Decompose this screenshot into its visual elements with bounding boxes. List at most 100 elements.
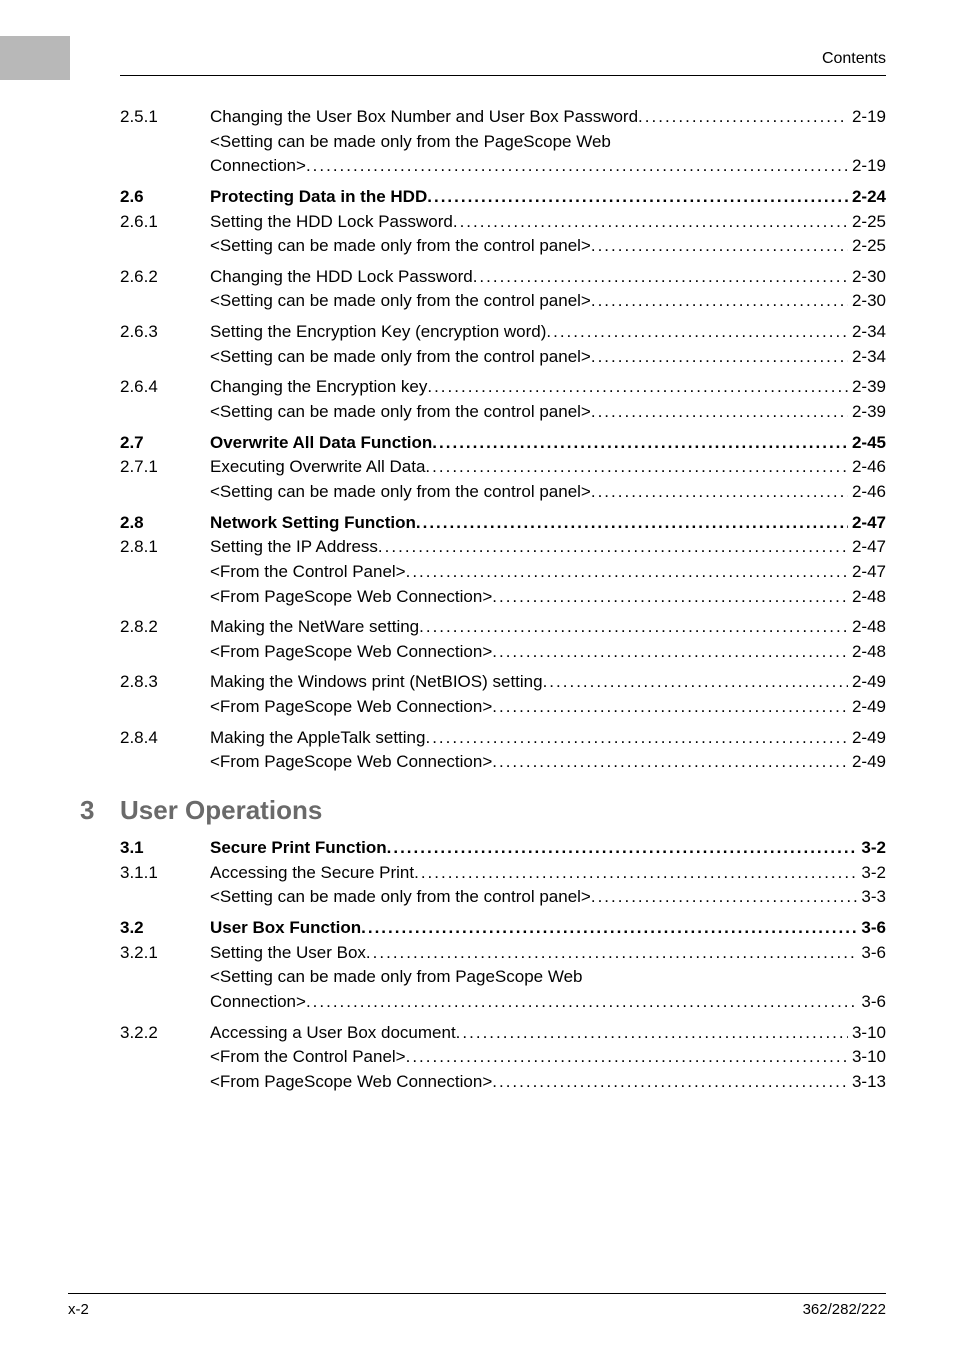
toc-entry-title: Secure Print Function (210, 836, 387, 861)
toc-entry[interactable]: 3.2.2Accessing a User Box document 3-10 (120, 1021, 886, 1046)
toc-entry-page: 2-47 (848, 535, 886, 560)
toc-entry[interactable]: 2.7Overwrite All Data Function 2-45 (120, 431, 886, 456)
toc-leader (492, 640, 848, 665)
toc-entry-page: 2-39 (848, 375, 886, 400)
toc-entry[interactable]: 2.6Protecting Data in the HDD 2-24 (120, 185, 886, 210)
toc-entry-title: Network Setting Function (210, 511, 416, 536)
toc-entry-number: 2.6.4 (120, 375, 210, 400)
toc-entry-number: 2.6.3 (120, 320, 210, 345)
toc-entry[interactable]: 2.7.1Executing Overwrite All Data 2-46 (120, 455, 886, 480)
toc-subentry-title: <Setting can be made only from the contr… (210, 400, 591, 425)
toc-subentry-page: 3-3 (857, 885, 886, 910)
toc-subentry-page: 2-30 (848, 289, 886, 314)
toc-leader (638, 105, 848, 130)
toc-subentry-page: 2-39 (848, 400, 886, 425)
toc-entry-number: 2.7 (120, 431, 210, 456)
toc-subentry[interactable]: <Setting can be made only from the contr… (210, 885, 886, 910)
toc-subentry[interactable]: Connection> 2-19 (210, 154, 886, 179)
toc-entry[interactable]: 2.6.4Changing the Encryption key 2-39 (120, 375, 886, 400)
toc-entry-body: Protecting Data in the HDD 2-24 (210, 185, 886, 210)
toc-entry[interactable]: 2.8.3Making the Windows print (NetBIOS) … (120, 670, 886, 695)
toc-entry-body: Changing the User Box Number and User Bo… (210, 105, 886, 130)
toc-subentry-page: 2-48 (848, 640, 886, 665)
toc-entry[interactable]: 2.8.1Setting the IP Address 2-47 (120, 535, 886, 560)
toc-leader (591, 480, 848, 505)
page-tab (0, 36, 70, 80)
toc-subentry-title: Connection> (210, 990, 306, 1015)
toc-subentry[interactable]: <From PageScope Web Connection> 2-49 (210, 695, 886, 720)
toc-entry[interactable]: 2.8.2Making the NetWare setting 2-48 (120, 615, 886, 640)
toc-entry-title: Setting the IP Address (210, 535, 378, 560)
toc-subentry[interactable]: <Setting can be made only from the contr… (210, 400, 886, 425)
toc-entry[interactable]: 2.8Network Setting Function 2-47 (120, 511, 886, 536)
toc-entry[interactable]: 3.2.1Setting the User Box 3-6 (120, 941, 886, 966)
toc-entry-page: 2-45 (848, 431, 886, 456)
toc-entry-body: Making the NetWare setting 2-48 (210, 615, 886, 640)
toc-entry[interactable]: 2.5.1Changing the User Box Number and Us… (120, 105, 886, 130)
toc-entry[interactable]: 2.6.1Setting the HDD Lock Password 2-25 (120, 210, 886, 235)
toc-subentry[interactable]: <Setting can be made only from the PageS… (210, 130, 886, 155)
toc-subentry[interactable]: <Setting can be made only from the contr… (210, 345, 886, 370)
toc-entry-page: 3-6 (857, 941, 886, 966)
toc-leader (414, 861, 857, 886)
toc-subentry-title: <From the Control Panel> (210, 560, 406, 585)
toc-entry-body: Changing the Encryption key 2-39 (210, 375, 886, 400)
toc-subentry-title: <From PageScope Web Connection> (210, 695, 492, 720)
toc-subentry[interactable]: <From the Control Panel> 3-10 (210, 1045, 886, 1070)
toc-entry-number: 3.2.1 (120, 941, 210, 966)
toc-entry-page: 2-47 (848, 511, 886, 536)
toc-leader (419, 615, 848, 640)
toc-entry-body: Setting the IP Address 2-47 (210, 535, 886, 560)
toc-subentry[interactable]: <From PageScope Web Connection> 2-48 (210, 585, 886, 610)
toc-entry-body: Setting the User Box 3-6 (210, 941, 886, 966)
toc-subentry[interactable]: <Setting can be made only from PageScope… (210, 965, 886, 990)
toc-leader (406, 560, 848, 585)
toc-subentry-page: 3-13 (848, 1070, 886, 1095)
toc-content: 2.5.1Changing the User Box Number and Us… (120, 105, 886, 1094)
toc-leader (492, 1070, 848, 1095)
toc-entry[interactable]: 2.6.3Setting the Encryption Key (encrypt… (120, 320, 886, 345)
toc-subentry[interactable]: <From PageScope Web Connection> 2-49 (210, 750, 886, 775)
footer-rule (68, 1293, 886, 1294)
toc-subentry-page: 2-47 (848, 560, 886, 585)
toc-entry-title: Setting the HDD Lock Password (210, 210, 453, 235)
toc-entry-title: Setting the User Box (210, 941, 366, 966)
toc-entry[interactable]: 2.6.2Changing the HDD Lock Password 2-30 (120, 265, 886, 290)
toc-entry-page: 2-19 (848, 105, 886, 130)
toc-subentry-title: <Setting can be made only from the contr… (210, 885, 591, 910)
toc-entry-title: Changing the HDD Lock Password (210, 265, 473, 290)
toc-entry-page: 2-24 (848, 185, 886, 210)
toc-entry-number: 2.8 (120, 511, 210, 536)
toc-entry-body: Changing the HDD Lock Password 2-30 (210, 265, 886, 290)
footer-page-number: x-2 (68, 1301, 89, 1318)
toc-entry-body: Network Setting Function 2-47 (210, 511, 886, 536)
toc-entry-number: 3.1 (120, 836, 210, 861)
toc-entry-title: Setting the Encryption Key (encryption w… (210, 320, 546, 345)
toc-leader (361, 916, 857, 941)
toc-subentry[interactable]: <From PageScope Web Connection> 2-48 (210, 640, 886, 665)
toc-subentry[interactable]: <Setting can be made only from the contr… (210, 234, 886, 259)
toc-entry-page: 3-2 (857, 861, 886, 886)
page: Contents 2.5.1Changing the User Box Numb… (0, 0, 954, 1352)
toc-entry[interactable]: 3.1Secure Print Function 3-2 (120, 836, 886, 861)
toc-entry-title: Accessing a User Box document (210, 1021, 456, 1046)
toc-entry-number: 3.2 (120, 916, 210, 941)
toc-subentry[interactable]: <From PageScope Web Connection> 3-13 (210, 1070, 886, 1095)
toc-subentry-title: <Setting can be made only from the contr… (210, 480, 591, 505)
toc-entry-body: Overwrite All Data Function 2-45 (210, 431, 886, 456)
toc-subentry[interactable]: <Setting can be made only from the contr… (210, 480, 886, 505)
toc-subentry[interactable]: <Setting can be made only from the contr… (210, 289, 886, 314)
header-rule (120, 75, 886, 76)
toc-entry-number: 2.8.4 (120, 726, 210, 751)
toc-subentry[interactable]: Connection> 3-6 (210, 990, 886, 1015)
toc-leader (453, 210, 848, 235)
toc-entry[interactable]: 3.1.1Accessing the Secure Print 3-2 (120, 861, 886, 886)
toc-subentry-title: <From PageScope Web Connection> (210, 640, 492, 665)
toc-entry-number: 2.8.3 (120, 670, 210, 695)
toc-subentry[interactable]: <From the Control Panel> 2-47 (210, 560, 886, 585)
toc-subentry-page: 2-19 (848, 154, 886, 179)
toc-entry[interactable]: 3.2User Box Function 3-6 (120, 916, 886, 941)
toc-entry-number: 3.1.1 (120, 861, 210, 886)
toc-entry[interactable]: 2.8.4Making the AppleTalk setting 2-49 (120, 726, 886, 751)
toc-leader (378, 535, 848, 560)
